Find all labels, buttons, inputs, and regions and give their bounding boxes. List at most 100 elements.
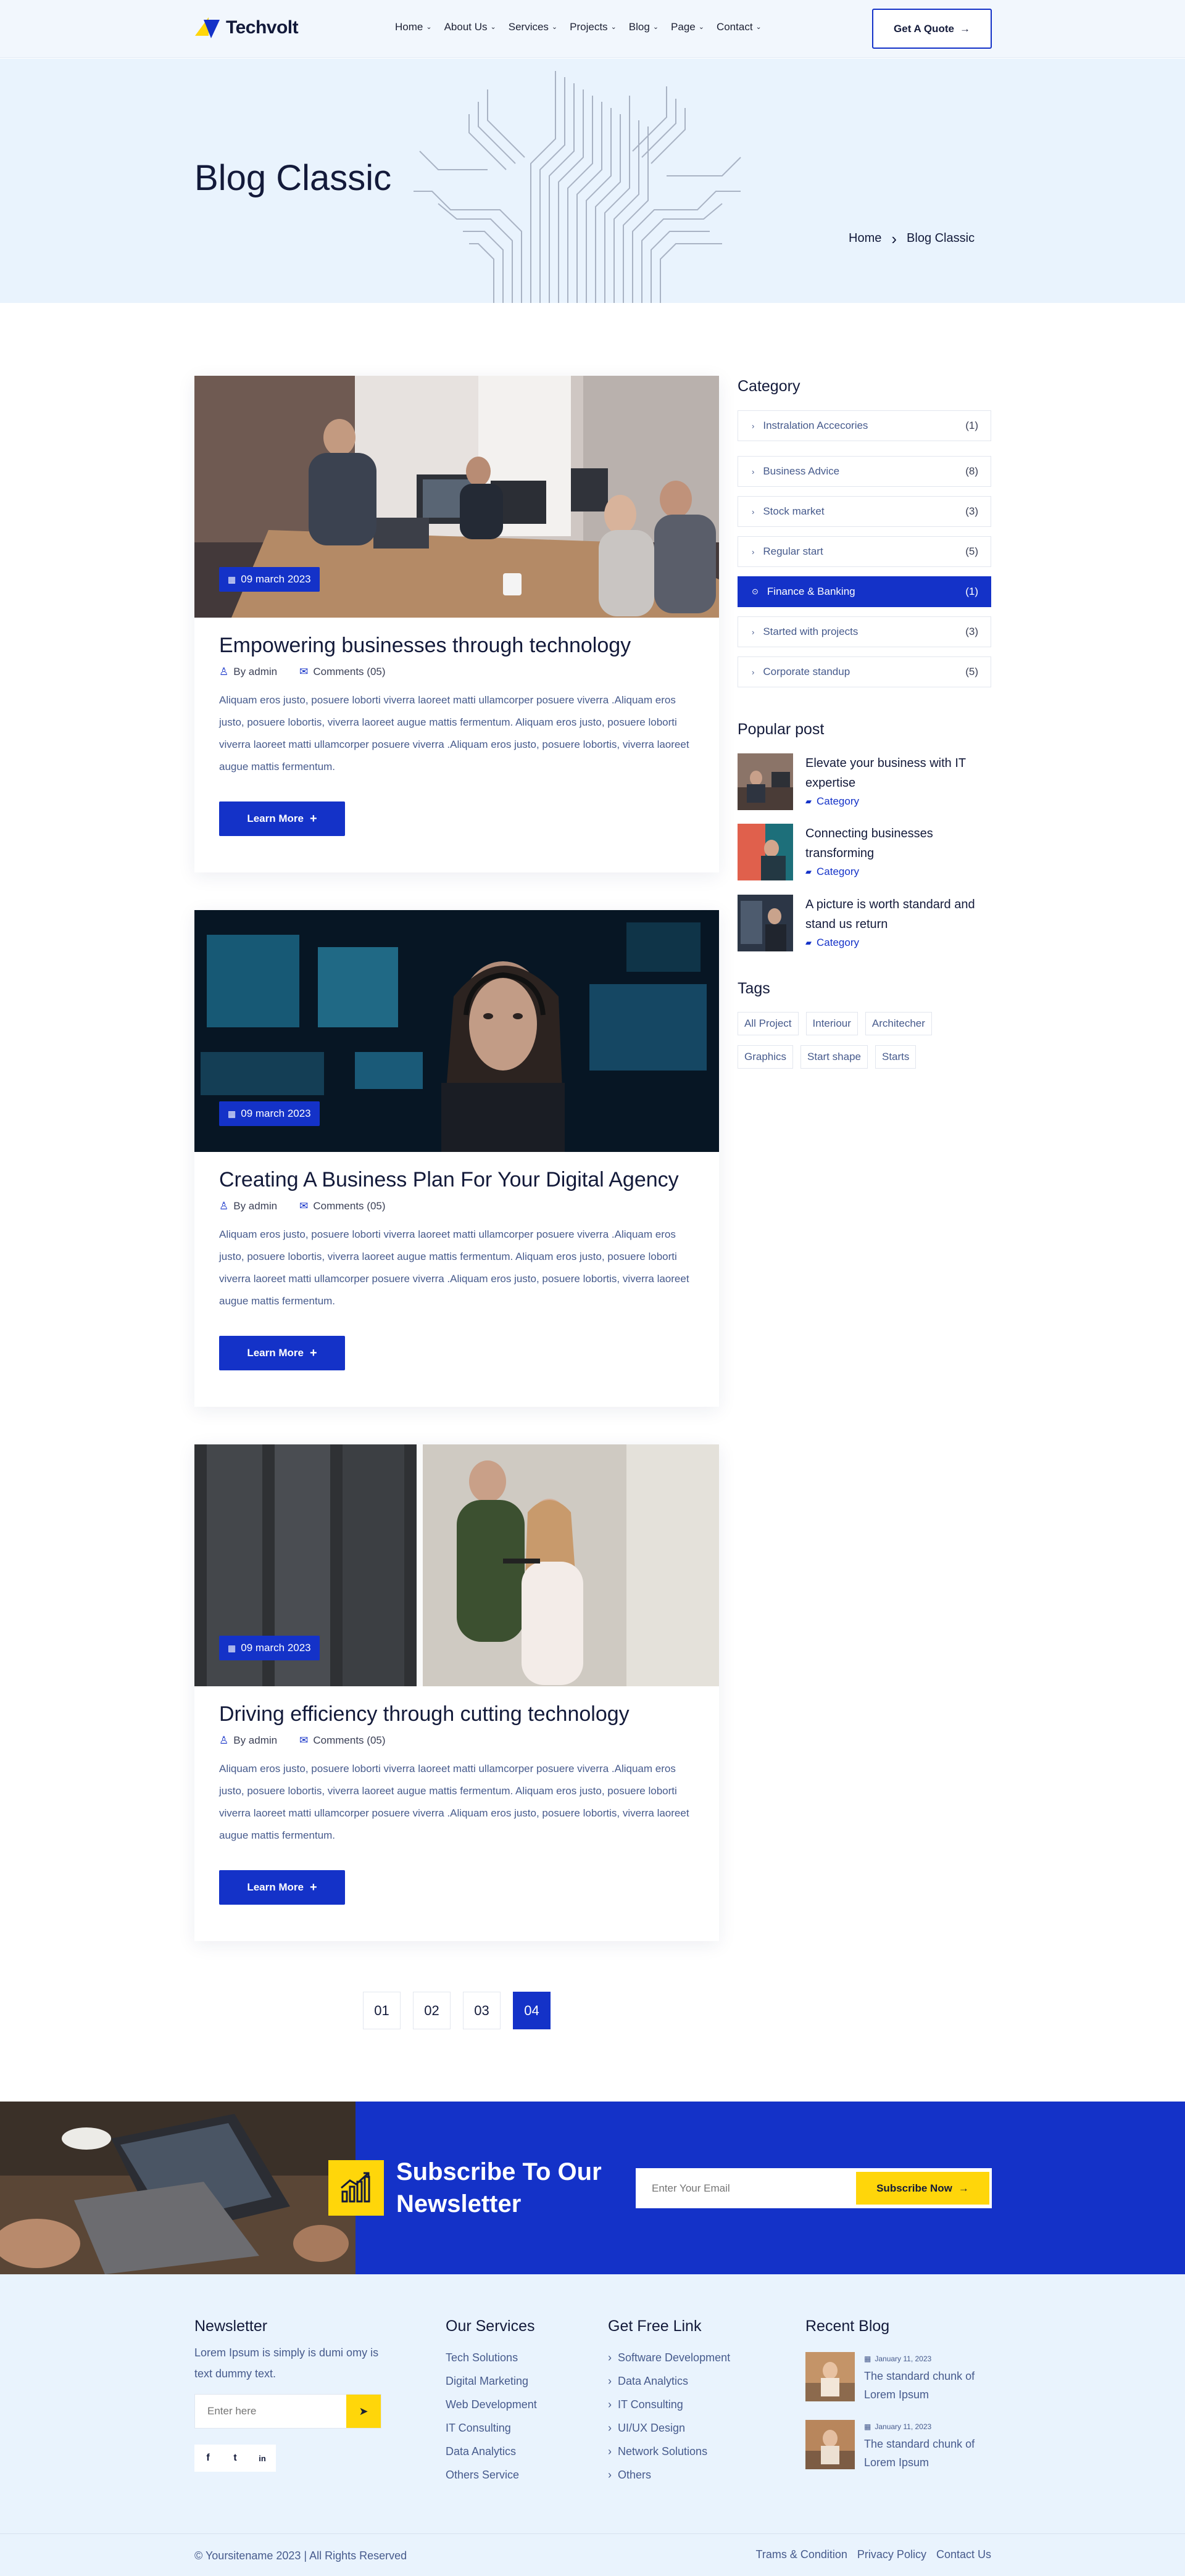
nav-about[interactable]: About Us ⌄: [444, 21, 496, 33]
footer-service-link[interactable]: Tech Solutions: [446, 2346, 537, 2369]
chevron-right-icon: ›: [608, 2468, 612, 2481]
category-item-active[interactable]: ⊙ Finance & Banking (1): [738, 576, 991, 607]
footer-email-input[interactable]: [195, 2395, 343, 2428]
footer-service-link[interactable]: IT Consulting: [446, 2416, 537, 2440]
learn-more-button[interactable]: Learn More +: [219, 801, 345, 836]
logo[interactable]: Techvolt: [195, 17, 299, 38]
page-button[interactable]: 01: [363, 1992, 401, 2029]
chevron-down-icon: ⌄: [698, 23, 704, 31]
nav-blog[interactable]: Blog ⌄: [629, 21, 659, 33]
logo-mark-icon: [195, 17, 220, 38]
instagram-icon[interactable]: in: [249, 2445, 276, 2472]
get-quote-button[interactable]: Get A Quote →: [872, 9, 992, 49]
email-input[interactable]: [637, 2169, 850, 2207]
popular-post-category[interactable]: ▰ Category: [805, 937, 859, 949]
category-item[interactable]: › Regular start (5): [738, 536, 991, 567]
category-item[interactable]: › Instralation Accecories (1): [738, 410, 991, 441]
popular-post-thumbnail[interactable]: [738, 753, 793, 810]
learn-more-button[interactable]: Learn More +: [219, 1870, 345, 1905]
send-button[interactable]: ➤: [346, 2395, 381, 2428]
date-label: January 11, 2023: [875, 2422, 932, 2431]
link-label: Data Analytics: [618, 2374, 689, 2387]
recent-blog-title[interactable]: The standard chunk of Lorem Ipsum: [864, 2367, 1000, 2404]
popular-post: A picture is worth standard and stand us…: [738, 895, 991, 951]
chevron-down-icon: ⌄: [551, 23, 558, 31]
nav-page[interactable]: Page ⌄: [671, 21, 704, 33]
footer-free-link[interactable]: › UI/UX Design: [608, 2416, 730, 2440]
footer-newsletter-text: Lorem Ipsum is simply is dumi omy is tex…: [194, 2346, 379, 2380]
nav-contact[interactable]: Contact ⌄: [717, 21, 762, 33]
post-date: 09 march 2023: [241, 1642, 311, 1654]
footer-service-link[interactable]: Digital Marketing: [446, 2369, 537, 2393]
tag[interactable]: Starts: [875, 1045, 917, 1069]
laptop-photo: [0, 2102, 356, 2274]
post-title[interactable]: Driving efficiency through cutting techn…: [219, 1702, 630, 1726]
category-item[interactable]: › Started with projects (3): [738, 616, 991, 647]
tag[interactable]: Graphics: [738, 1045, 794, 1069]
footer-free-link[interactable]: › Data Analytics: [608, 2369, 730, 2393]
tag[interactable]: Start shape: [800, 1045, 868, 1069]
post-comments[interactable]: ✉ Comments (05): [299, 1200, 385, 1212]
category-heading: Category: [738, 378, 800, 395]
category-item[interactable]: › Business Advice (8): [738, 456, 991, 487]
blog-post: ▦ 09 march 2023 Empowering businesses th…: [194, 376, 719, 872]
footer-free-link[interactable]: › IT Consulting: [608, 2393, 730, 2416]
page-button-active[interactable]: 04: [513, 1992, 551, 2029]
learn-more-label: Learn More: [247, 1881, 304, 1893]
chevron-right-icon: ›: [752, 466, 755, 476]
category-item[interactable]: › Corporate standup (5): [738, 656, 991, 687]
recent-blog-thumbnail[interactable]: [805, 2352, 855, 2401]
chevron-down-icon: ⌄: [652, 23, 659, 31]
nav-projects[interactable]: Projects ⌄: [570, 21, 617, 33]
popular-post-category[interactable]: ▰ Category: [805, 866, 859, 878]
footer-service-link[interactable]: Others Service: [446, 2463, 537, 2487]
site-footer: Newsletter Lorem Ipsum is simply is dumi…: [0, 2274, 1185, 2576]
recent-blog-title[interactable]: The standard chunk of Lorem Ipsum: [864, 2435, 1000, 2472]
footer-free-link[interactable]: › Network Solutions: [608, 2440, 730, 2463]
tag[interactable]: All Project: [738, 1012, 799, 1035]
newsletter-banner: Subscribe To Our Newsletter Subscribe No…: [0, 2102, 1185, 2274]
category-label: Business Advice: [763, 465, 840, 477]
twitter-icon[interactable]: t: [222, 2445, 249, 2472]
post-author[interactable]: ♙ By admin: [219, 1200, 277, 1212]
post-author[interactable]: ♙ By admin: [219, 1734, 277, 1747]
popular-post-thumbnail[interactable]: [738, 824, 793, 880]
privacy-link[interactable]: Privacy Policy: [857, 2548, 926, 2561]
chevron-right-icon: ›: [608, 2421, 612, 2434]
nav-services[interactable]: Services ⌄: [509, 21, 557, 33]
popular-heading: Popular post: [738, 721, 825, 738]
nav-home[interactable]: Home ⌄: [395, 21, 432, 33]
tag[interactable]: Architecher: [865, 1012, 932, 1035]
blog-post: ▦ 09 march 2023 Driving efficiency throu…: [194, 1444, 719, 1941]
chevron-down-icon: ⌄: [610, 23, 617, 31]
post-title[interactable]: Creating A Business Plan For Your Digita…: [219, 1168, 679, 1192]
chevron-right-icon: ›: [752, 667, 755, 677]
post-comments[interactable]: ✉ Comments (05): [299, 1734, 385, 1747]
popular-post-title[interactable]: Connecting businesses transforming: [805, 824, 991, 863]
facebook-icon[interactable]: f: [194, 2445, 222, 2472]
footer-service-link[interactable]: Web Development: [446, 2393, 537, 2416]
contact-link[interactable]: Contact Us: [936, 2548, 991, 2561]
copyright: © Yoursitename 2023 | All Rights Reserve…: [194, 2549, 407, 2562]
recent-blog-thumbnail[interactable]: [805, 2420, 855, 2469]
popular-post-category[interactable]: ▰ Category: [805, 795, 859, 808]
subscribe-button[interactable]: Subscribe Now →: [856, 2172, 989, 2205]
comments-label: Comments (05): [313, 1734, 386, 1746]
post-author[interactable]: ♙ By admin: [219, 666, 277, 678]
page-button[interactable]: 02: [413, 1992, 451, 2029]
category-item[interactable]: › Stock market (3): [738, 496, 991, 527]
breadcrumb-home[interactable]: Home: [849, 231, 881, 246]
nav-label: About Us: [444, 21, 488, 33]
post-title[interactable]: Empowering businesses through technology: [219, 634, 631, 658]
popular-post-thumbnail[interactable]: [738, 895, 793, 951]
page-button[interactable]: 03: [463, 1992, 501, 2029]
footer-free-link[interactable]: › Software Development: [608, 2346, 730, 2369]
popular-post-title[interactable]: A picture is worth standard and stand us…: [805, 895, 991, 934]
popular-post-title[interactable]: Elevate your business with IT expertise: [805, 753, 991, 793]
post-comments[interactable]: ✉ Comments (05): [299, 666, 385, 678]
learn-more-button[interactable]: Learn More +: [219, 1336, 345, 1370]
tag[interactable]: Interiour: [805, 1012, 858, 1035]
footer-service-link[interactable]: Data Analytics: [446, 2440, 537, 2463]
footer-free-link[interactable]: › Others: [608, 2463, 730, 2487]
terms-link[interactable]: Trams & Condition: [756, 2548, 847, 2561]
